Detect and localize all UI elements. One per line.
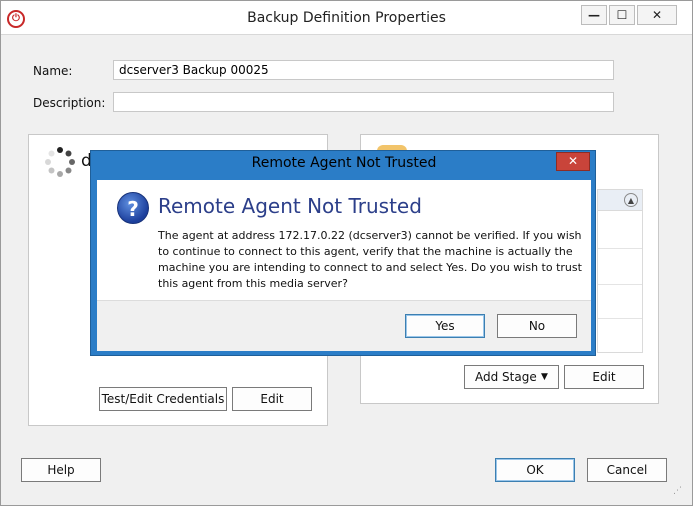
close-window-button[interactable]: ✕: [637, 5, 677, 25]
source-edit-button[interactable]: Edit: [232, 387, 312, 411]
dialog-message: The agent at address 172.17.0.22 (dcserv…: [158, 228, 582, 292]
dialog-close-button[interactable]: ✕: [556, 152, 590, 171]
dropdown-arrow-icon: ▼: [541, 372, 548, 382]
dialog-heading: Remote Agent Not Trusted: [158, 194, 422, 218]
dialog-title: Remote Agent Not Trusted: [251, 155, 437, 171]
question-icon: ?: [117, 192, 149, 224]
stages-list[interactable]: ▲: [597, 189, 643, 353]
no-button[interactable]: No: [497, 314, 577, 338]
yes-button[interactable]: Yes: [405, 314, 485, 338]
message-line: machine you are intending to connect to …: [158, 261, 582, 274]
dialog-footer: Yes No: [97, 300, 591, 351]
description-label: Description:: [33, 96, 106, 110]
description-field[interactable]: [113, 92, 614, 112]
message-line: this agent from this media server?: [158, 277, 348, 290]
name-label: Name:: [33, 64, 73, 78]
dialog-body: ? Remote Agent Not Trusted The agent at …: [97, 180, 591, 351]
add-stage-label: Add Stage: [475, 370, 537, 384]
loading-spinner-icon: [45, 147, 75, 177]
list-divider: [598, 318, 642, 319]
list-divider: [598, 284, 642, 285]
add-stage-button[interactable]: Add Stage ▼: [464, 365, 559, 389]
message-line: The agent at address 172.17.0.22 (dcserv…: [158, 229, 582, 242]
stage-edit-button[interactable]: Edit: [564, 365, 644, 389]
remote-agent-dialog: Remote Agent Not Trusted ✕ ? Remote Agen…: [90, 150, 596, 356]
cancel-button[interactable]: Cancel: [587, 458, 667, 482]
window-titlebar: ⏻ Backup Definition Properties — ☐ ✕: [1, 1, 692, 35]
test-edit-credentials-button[interactable]: Test/Edit Credentials: [99, 387, 227, 411]
maximize-button[interactable]: ☐: [609, 5, 635, 25]
name-field[interactable]: dcserver3 Backup 00025: [113, 60, 614, 80]
list-divider: [598, 248, 642, 249]
message-line: to continue to connect to this agent, ve…: [158, 245, 573, 258]
collapse-chevron-icon[interactable]: ▲: [624, 193, 638, 207]
ok-button[interactable]: OK: [495, 458, 575, 482]
resize-grip-icon[interactable]: ⋰: [673, 487, 682, 496]
help-button[interactable]: Help: [21, 458, 101, 482]
minimize-button[interactable]: —: [581, 5, 607, 25]
